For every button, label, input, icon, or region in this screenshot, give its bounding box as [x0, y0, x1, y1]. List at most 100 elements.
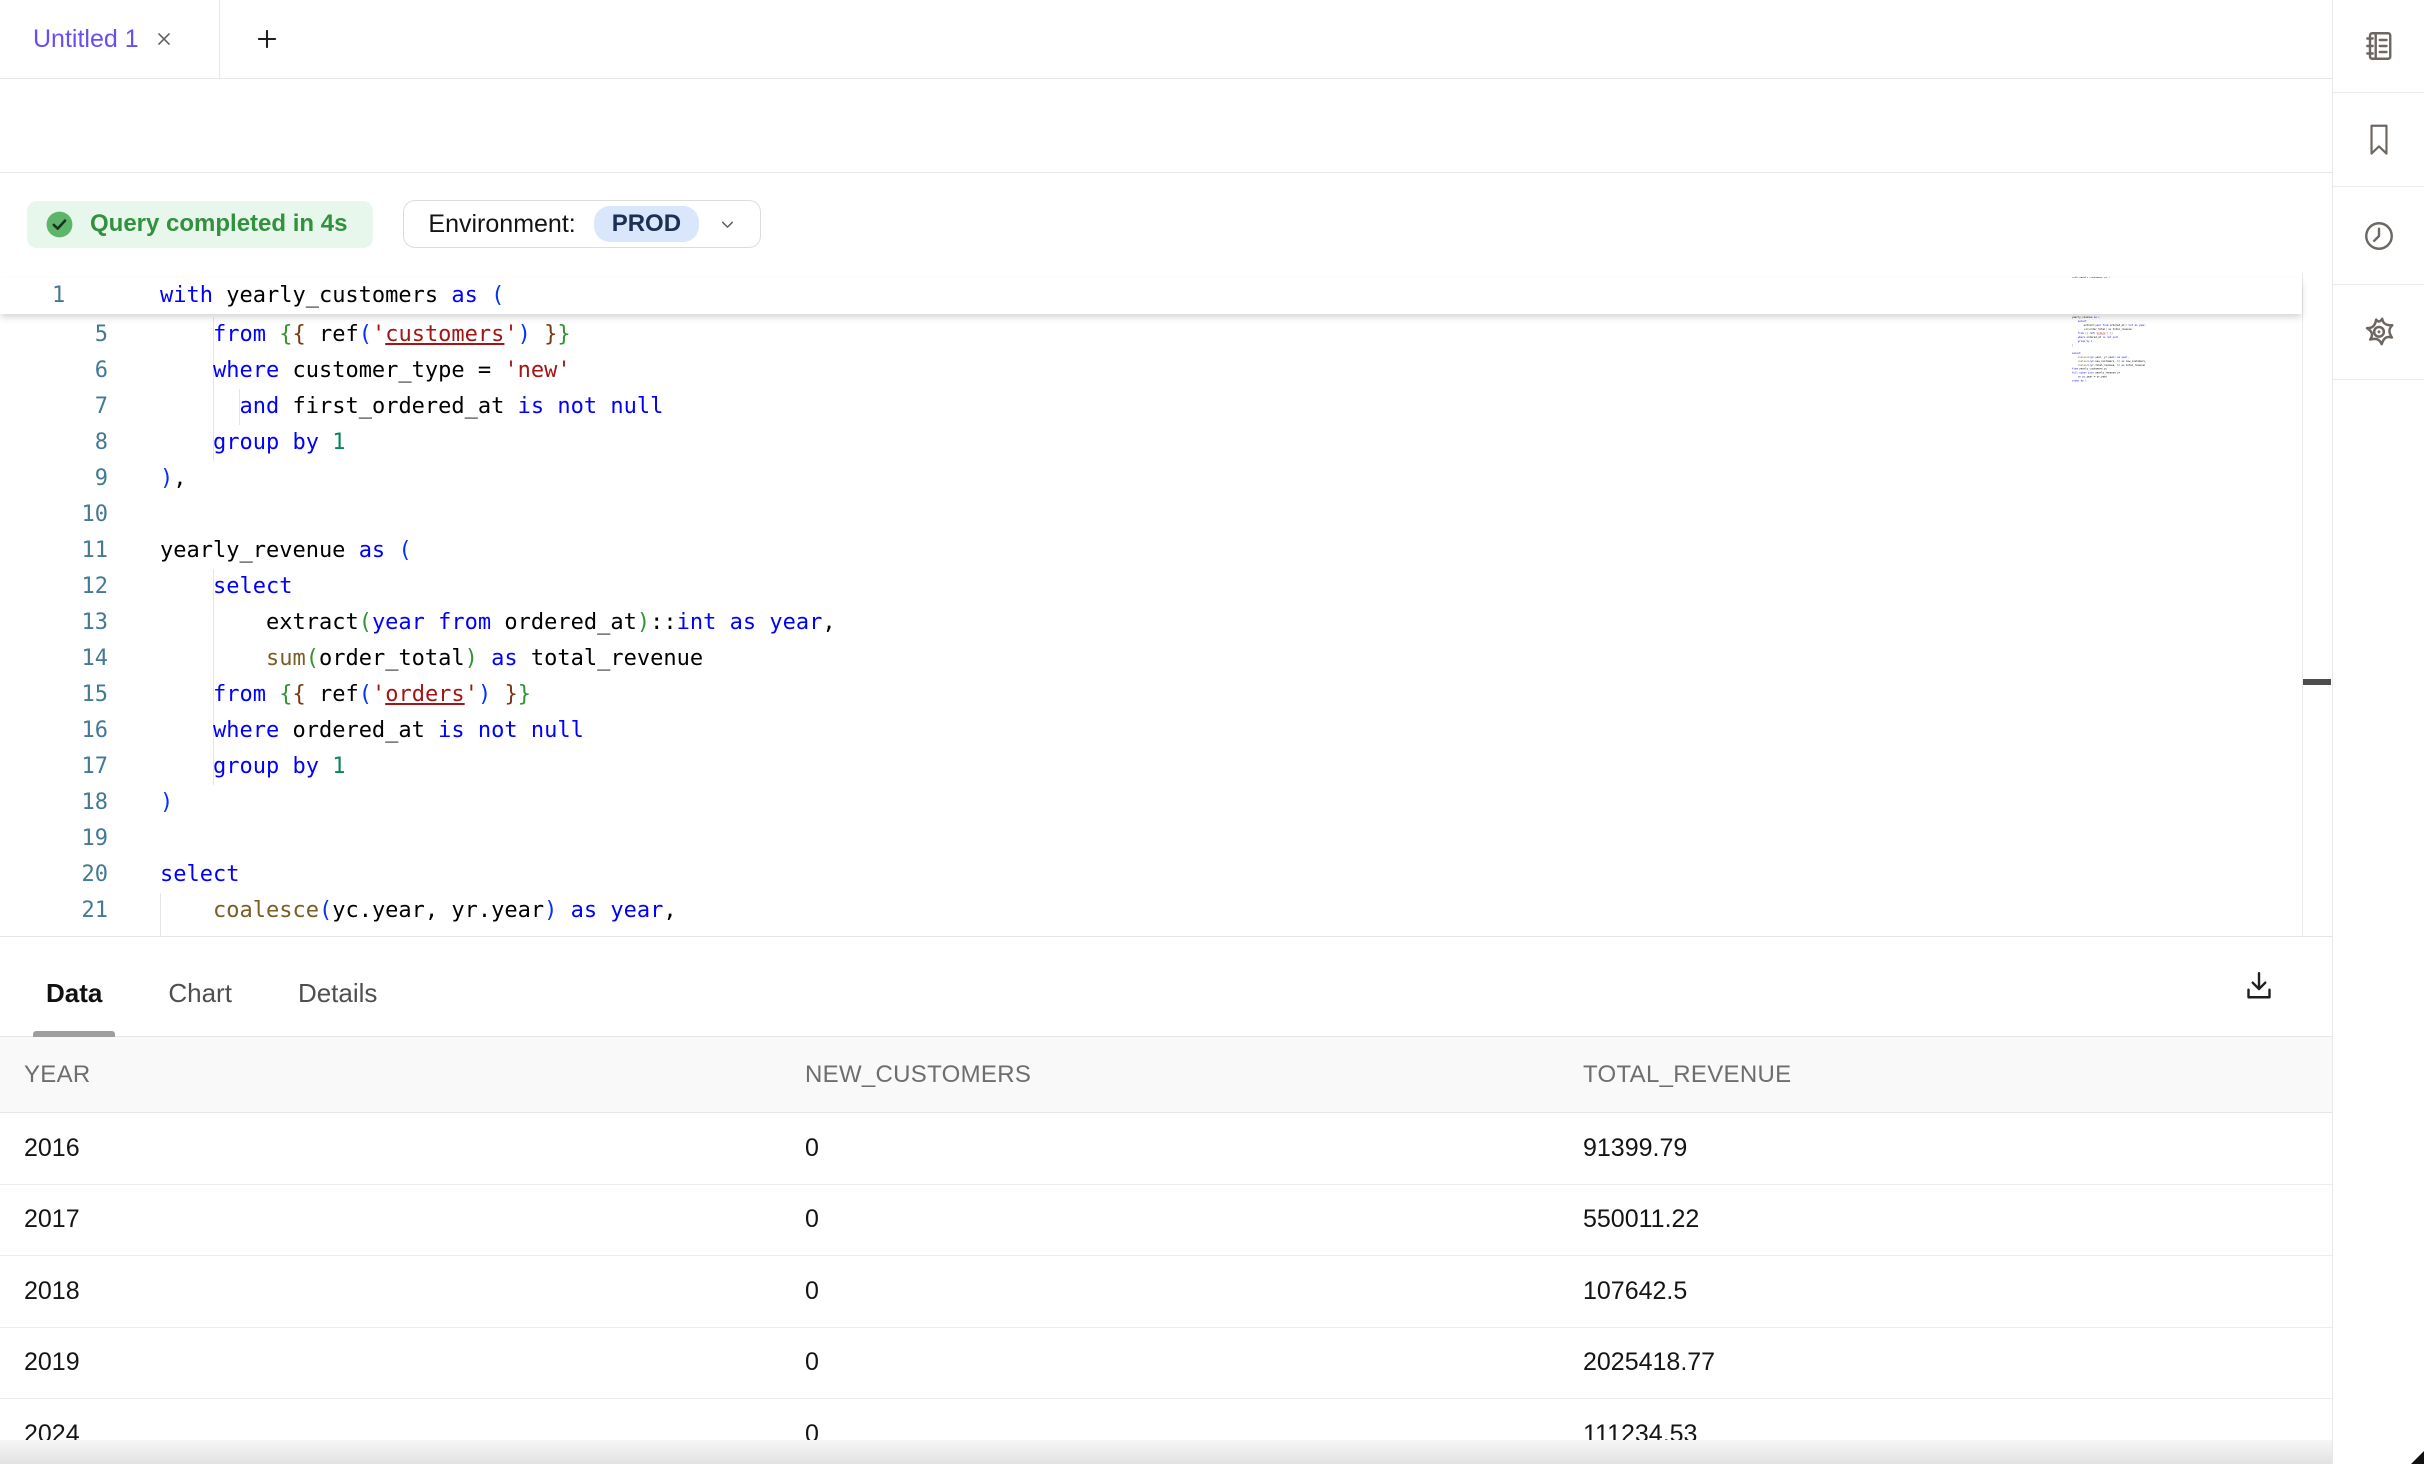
bookmark-icon	[2362, 121, 2396, 159]
results-tab-details[interactable]: Details	[285, 951, 390, 1037]
table-cell: 0	[805, 1348, 1583, 1377]
line-number: 19	[0, 821, 108, 857]
line-number: 9	[0, 461, 108, 497]
results-tab-bar: Data Chart Details	[0, 937, 2332, 1037]
sticky-scroll-line[interactable]: 1with yearly_customers as (	[0, 278, 2302, 314]
results-panel: Data Chart Details YEARNEW_CUSTOMERSTOTAL_…	[0, 936, 2332, 1464]
code-text: and first_ordered_at is not null	[160, 389, 663, 425]
table-row: 20170550011.22	[0, 1185, 2332, 1257]
sidebar-bookmarks-button[interactable]	[2333, 93, 2424, 187]
code-line-15[interactable]: 15 from {{ ref('orders') }}	[0, 677, 2302, 713]
table-row: 20180107642.5	[0, 1256, 2332, 1328]
table-cell: 2025418.77	[1583, 1348, 2332, 1377]
sidebar-history-button[interactable]	[2333, 187, 2424, 285]
code-line-6[interactable]: 6 where customer_type = 'new'	[0, 353, 2302, 389]
results-tab-data[interactable]: Data	[33, 951, 115, 1037]
code-line-12[interactable]: 12 select	[0, 569, 2302, 605]
sql-ide-app: Untitled 1 Develop	[0, 0, 2424, 1464]
code-line-19[interactable]: 19	[0, 821, 2302, 857]
line-number: 11	[0, 533, 108, 569]
code-line-21[interactable]: 21 coalesce(yc.year, yr.year) as year,	[0, 893, 2302, 929]
history-clock-icon	[2361, 218, 2397, 254]
window-resize-grip[interactable]	[2411, 1451, 2424, 1464]
results-tab-chart[interactable]: Chart	[155, 951, 245, 1037]
column-header: YEAR	[24, 1061, 805, 1089]
code-line-18[interactable]: 18)	[0, 785, 2302, 821]
table-cell: 0	[805, 1277, 1583, 1306]
table-row: 2016091399.79	[0, 1113, 2332, 1185]
environment-selector[interactable]: Environment: PROD	[403, 200, 761, 248]
code-text: coalesce(yc.year, yr.year) as year,	[160, 893, 677, 929]
code-line-9[interactable]: 9),	[0, 461, 2302, 497]
code-text: group by 1	[160, 749, 345, 785]
sql-editor-region[interactable]: Query completed in 4s Environment: PROD …	[0, 173, 2332, 936]
table-cell: 107642.5	[1583, 1277, 2332, 1306]
code-line-14[interactable]: 14 sum(order_total) as total_revenue	[0, 641, 2302, 677]
code-text: where customer_type = 'new'	[160, 353, 571, 389]
line-number: 10	[0, 497, 108, 533]
line-number: 18	[0, 785, 108, 821]
sidebar-notebook-button[interactable]	[2333, 0, 2424, 93]
line-number: 12	[0, 569, 108, 605]
code-line-20[interactable]: 20select	[0, 857, 2302, 893]
query-status-pill: Query completed in 4s	[27, 201, 373, 248]
table-row: 201902025418.77	[0, 1328, 2332, 1400]
code-text: where ordered_at is not null	[160, 713, 584, 749]
code-line-5[interactable]: 5 from {{ ref('customers') }}	[0, 317, 2302, 353]
line-number: 21	[0, 893, 108, 929]
line-number: 17	[0, 749, 108, 785]
code-text: group by 1	[160, 425, 345, 461]
table-cell: 2019	[24, 1348, 805, 1377]
sidebar-explore-button[interactable]	[2333, 285, 2424, 380]
table-cell: 2017	[24, 1205, 805, 1234]
code-text: coalesce(yc.new_customers, 0) as new_cus…	[160, 929, 836, 936]
file-tab-untitled-1[interactable]: Untitled 1	[0, 0, 220, 79]
table-cell: 550011.22	[1583, 1205, 2332, 1234]
line-number: 5	[0, 317, 108, 353]
editor-toolbar: Develop Run	[0, 79, 2332, 173]
notebook-icon	[2361, 28, 2397, 64]
new-tab-button[interactable]	[245, 17, 289, 61]
check-circle-icon	[44, 209, 75, 240]
code-text: with yearly_customers as (	[160, 278, 504, 314]
plus-icon	[254, 26, 280, 52]
main-column: Untitled 1 Develop	[0, 0, 2332, 1464]
code-line-17[interactable]: 17 group by 1	[0, 749, 2302, 785]
code-line-16[interactable]: 16 where ordered_at is not null	[0, 713, 2302, 749]
code-line-27[interactable]: order by 1	[2072, 379, 2182, 383]
table-cell: 0	[805, 1134, 1583, 1163]
code-line-7[interactable]: 7 and first_ordered_at is not null	[0, 389, 2302, 425]
download-icon	[2241, 968, 2277, 1004]
code-text: )	[160, 785, 173, 821]
line-number: 16	[0, 713, 108, 749]
code-text: sum(order_total) as total_revenue	[160, 641, 703, 677]
code-text: order by 1	[2072, 379, 2087, 383]
code-line-10[interactable]: 10	[0, 497, 2302, 533]
line-number: 13	[0, 605, 108, 641]
code-text: extract(year from ordered_at)::int as ye…	[160, 605, 836, 641]
line-number: 6	[0, 353, 108, 389]
line-number: 7	[0, 389, 108, 425]
code-line-13[interactable]: 13 extract(year from ordered_at)::int as…	[0, 605, 2302, 641]
code-line-8[interactable]: 8 group by 1	[0, 425, 2302, 461]
line-number: 22	[0, 929, 108, 936]
code-line-11[interactable]: 11yearly_revenue as (	[0, 533, 2302, 569]
code-line-22[interactable]: 22 coalesce(yc.new_customers, 0) as new_…	[0, 929, 2302, 936]
code-editor-viewport[interactable]: 5 from {{ ref('customers') }}6 where cus…	[0, 314, 2302, 936]
table-header-row: YEARNEW_CUSTOMERSTOTAL_REVENUE	[0, 1037, 2332, 1113]
compass-star-icon	[2359, 312, 2399, 352]
horizontal-scrollbar-track[interactable]	[0, 1440, 2332, 1464]
table-body: 2016091399.7920170550011.2220180107642.5…	[0, 1113, 2332, 1464]
panel-resize-handle[interactable]	[2303, 679, 2331, 685]
line-number: 14	[0, 641, 108, 677]
code-text: select	[160, 569, 292, 605]
table-cell: 0	[805, 1205, 1583, 1234]
code-text: select	[160, 857, 239, 893]
code-line-1[interactable]: 1with yearly_customers as (	[0, 278, 2302, 314]
close-icon[interactable]	[153, 28, 175, 50]
download-results-button[interactable]	[2236, 963, 2282, 1009]
editor-scrollbar-track	[2302, 273, 2303, 936]
table-cell: 91399.79	[1583, 1134, 2332, 1163]
column-header: TOTAL_REVENUE	[1583, 1061, 2332, 1089]
code-text: from {{ ref('customers') }}	[160, 317, 571, 353]
